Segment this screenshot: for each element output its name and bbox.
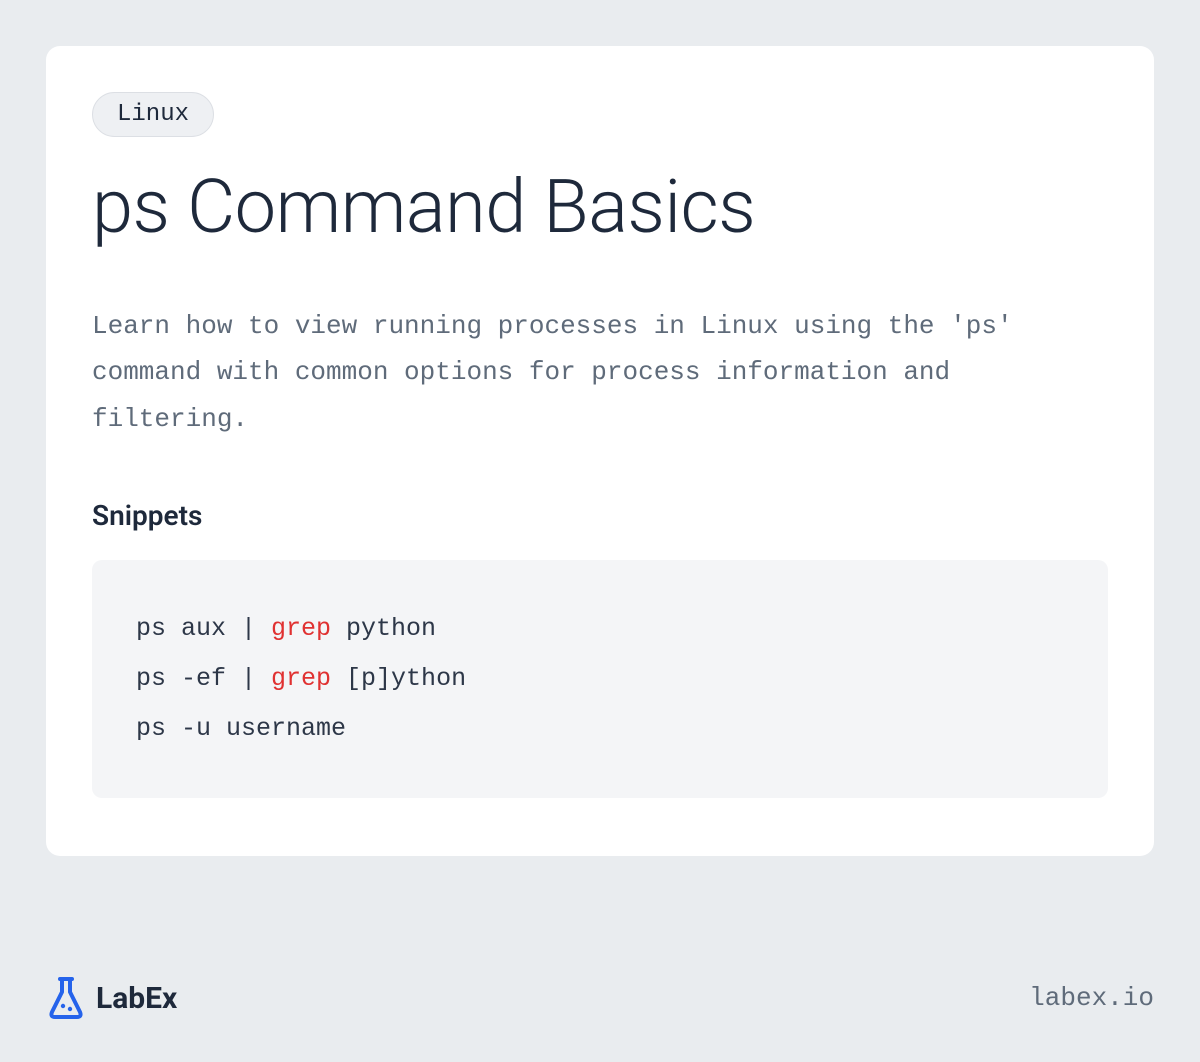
site-url: labex.io (1029, 983, 1154, 1013)
highlight-keyword: grep (271, 664, 331, 693)
snippets-heading: Snippets (92, 499, 1108, 532)
category-tag: Linux (92, 92, 214, 137)
code-line: ps aux | grep python (136, 614, 436, 643)
page-description: Learn how to view running processes in L… (92, 303, 1108, 443)
code-line: ps -u username (136, 714, 346, 743)
highlight-keyword: grep (271, 614, 331, 643)
code-content: ps aux | grep python ps -ef | grep [p]yt… (136, 604, 1064, 754)
brand-logo: LabEx (46, 976, 177, 1020)
code-line: ps -ef | grep [p]ython (136, 664, 466, 693)
brand-name: LabEx (96, 981, 177, 1016)
code-block: ps aux | grep python ps -ef | grep [p]yt… (92, 560, 1108, 798)
flask-icon (46, 976, 86, 1020)
page-title: ps Command Basics (92, 169, 1108, 247)
footer: LabEx labex.io (46, 976, 1154, 1020)
content-card: Linux ps Command Basics Learn how to vie… (46, 46, 1154, 856)
